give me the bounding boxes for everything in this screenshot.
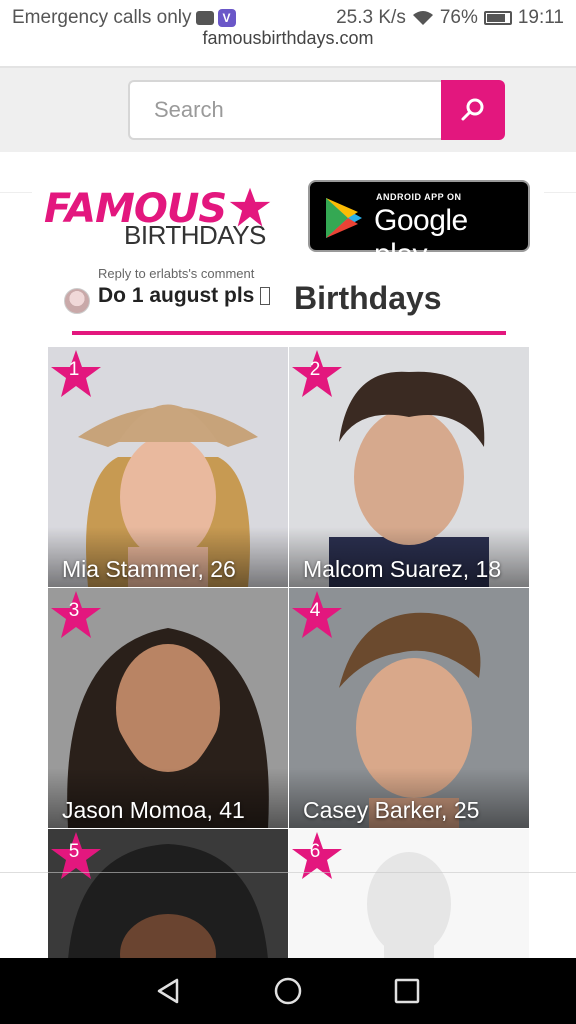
person-name: Malcom Suarez, 18	[303, 556, 502, 582]
status-carrier-text: Emergency calls only	[12, 7, 192, 28]
system-nav-bar	[0, 958, 576, 1024]
search-band: Search	[0, 66, 576, 152]
search-icon	[461, 98, 484, 121]
reply-label: Reply to erlabts's comment	[98, 266, 255, 281]
person-card[interactable]: Malcom Suarez, 18 2	[289, 347, 529, 587]
person-name: Mia Stammer, 26	[62, 556, 236, 582]
rank-number: 6	[309, 841, 321, 862]
section-underline	[72, 331, 506, 335]
home-button[interactable]	[268, 971, 308, 1011]
unknown-glyph-icon	[260, 287, 271, 306]
person-card[interactable]: 5	[48, 829, 288, 959]
rank-number: 5	[68, 841, 80, 862]
rank-number: 1	[68, 359, 80, 380]
network-speed: 25.3 K/s	[336, 7, 406, 28]
home-icon	[274, 977, 302, 1005]
rank-number: 2	[309, 359, 321, 380]
play-store-icon	[326, 198, 362, 238]
person-card[interactable]: 6	[289, 829, 529, 959]
url-peek: famousbirthdays.com	[202, 28, 374, 48]
google-play-subtitle: ANDROID APP ON	[376, 192, 462, 202]
person-name: Casey Barker, 25	[303, 797, 480, 823]
rank-number: 3	[68, 600, 80, 621]
ad-banner[interactable]: FAMOUS BIRTHDAYS ANDROID APP ON Google p…	[32, 176, 544, 271]
avatar	[64, 288, 90, 314]
clock: 19:11	[517, 7, 564, 28]
back-icon	[158, 978, 179, 1004]
rank-number: 4	[309, 600, 321, 621]
video-icon	[195, 11, 214, 25]
wifi-icon	[412, 11, 433, 25]
search-input[interactable]: Search	[128, 80, 442, 140]
birthdays-logo-text: BIRTHDAYS	[124, 220, 266, 250]
reply-comment[interactable]: Reply to erlabts's comment Do 1 august p…	[62, 264, 292, 320]
battery-percent: 76%	[439, 7, 478, 28]
search-button[interactable]	[441, 80, 505, 140]
recents-icon	[394, 978, 419, 1004]
reply-text: Do 1 august pls	[98, 284, 271, 308]
battery-icon	[483, 11, 512, 25]
person-card[interactable]: Casey Barker, 25 4	[289, 588, 529, 828]
person-card[interactable]: Jason Momoa, 41 3	[48, 588, 288, 828]
app-badge-icon: V	[217, 9, 236, 27]
google-play-title: Google play	[374, 204, 468, 271]
google-play-badge[interactable]: ANDROID APP ON Google play	[308, 180, 530, 271]
person-card[interactable]: Mia Stammer, 26 1	[48, 347, 288, 587]
section-title: Birthdays	[294, 280, 442, 316]
person-name: Jason Momoa, 41	[62, 797, 245, 823]
back-button[interactable]	[149, 971, 189, 1011]
divider	[0, 872, 576, 873]
recents-button[interactable]	[387, 971, 427, 1011]
